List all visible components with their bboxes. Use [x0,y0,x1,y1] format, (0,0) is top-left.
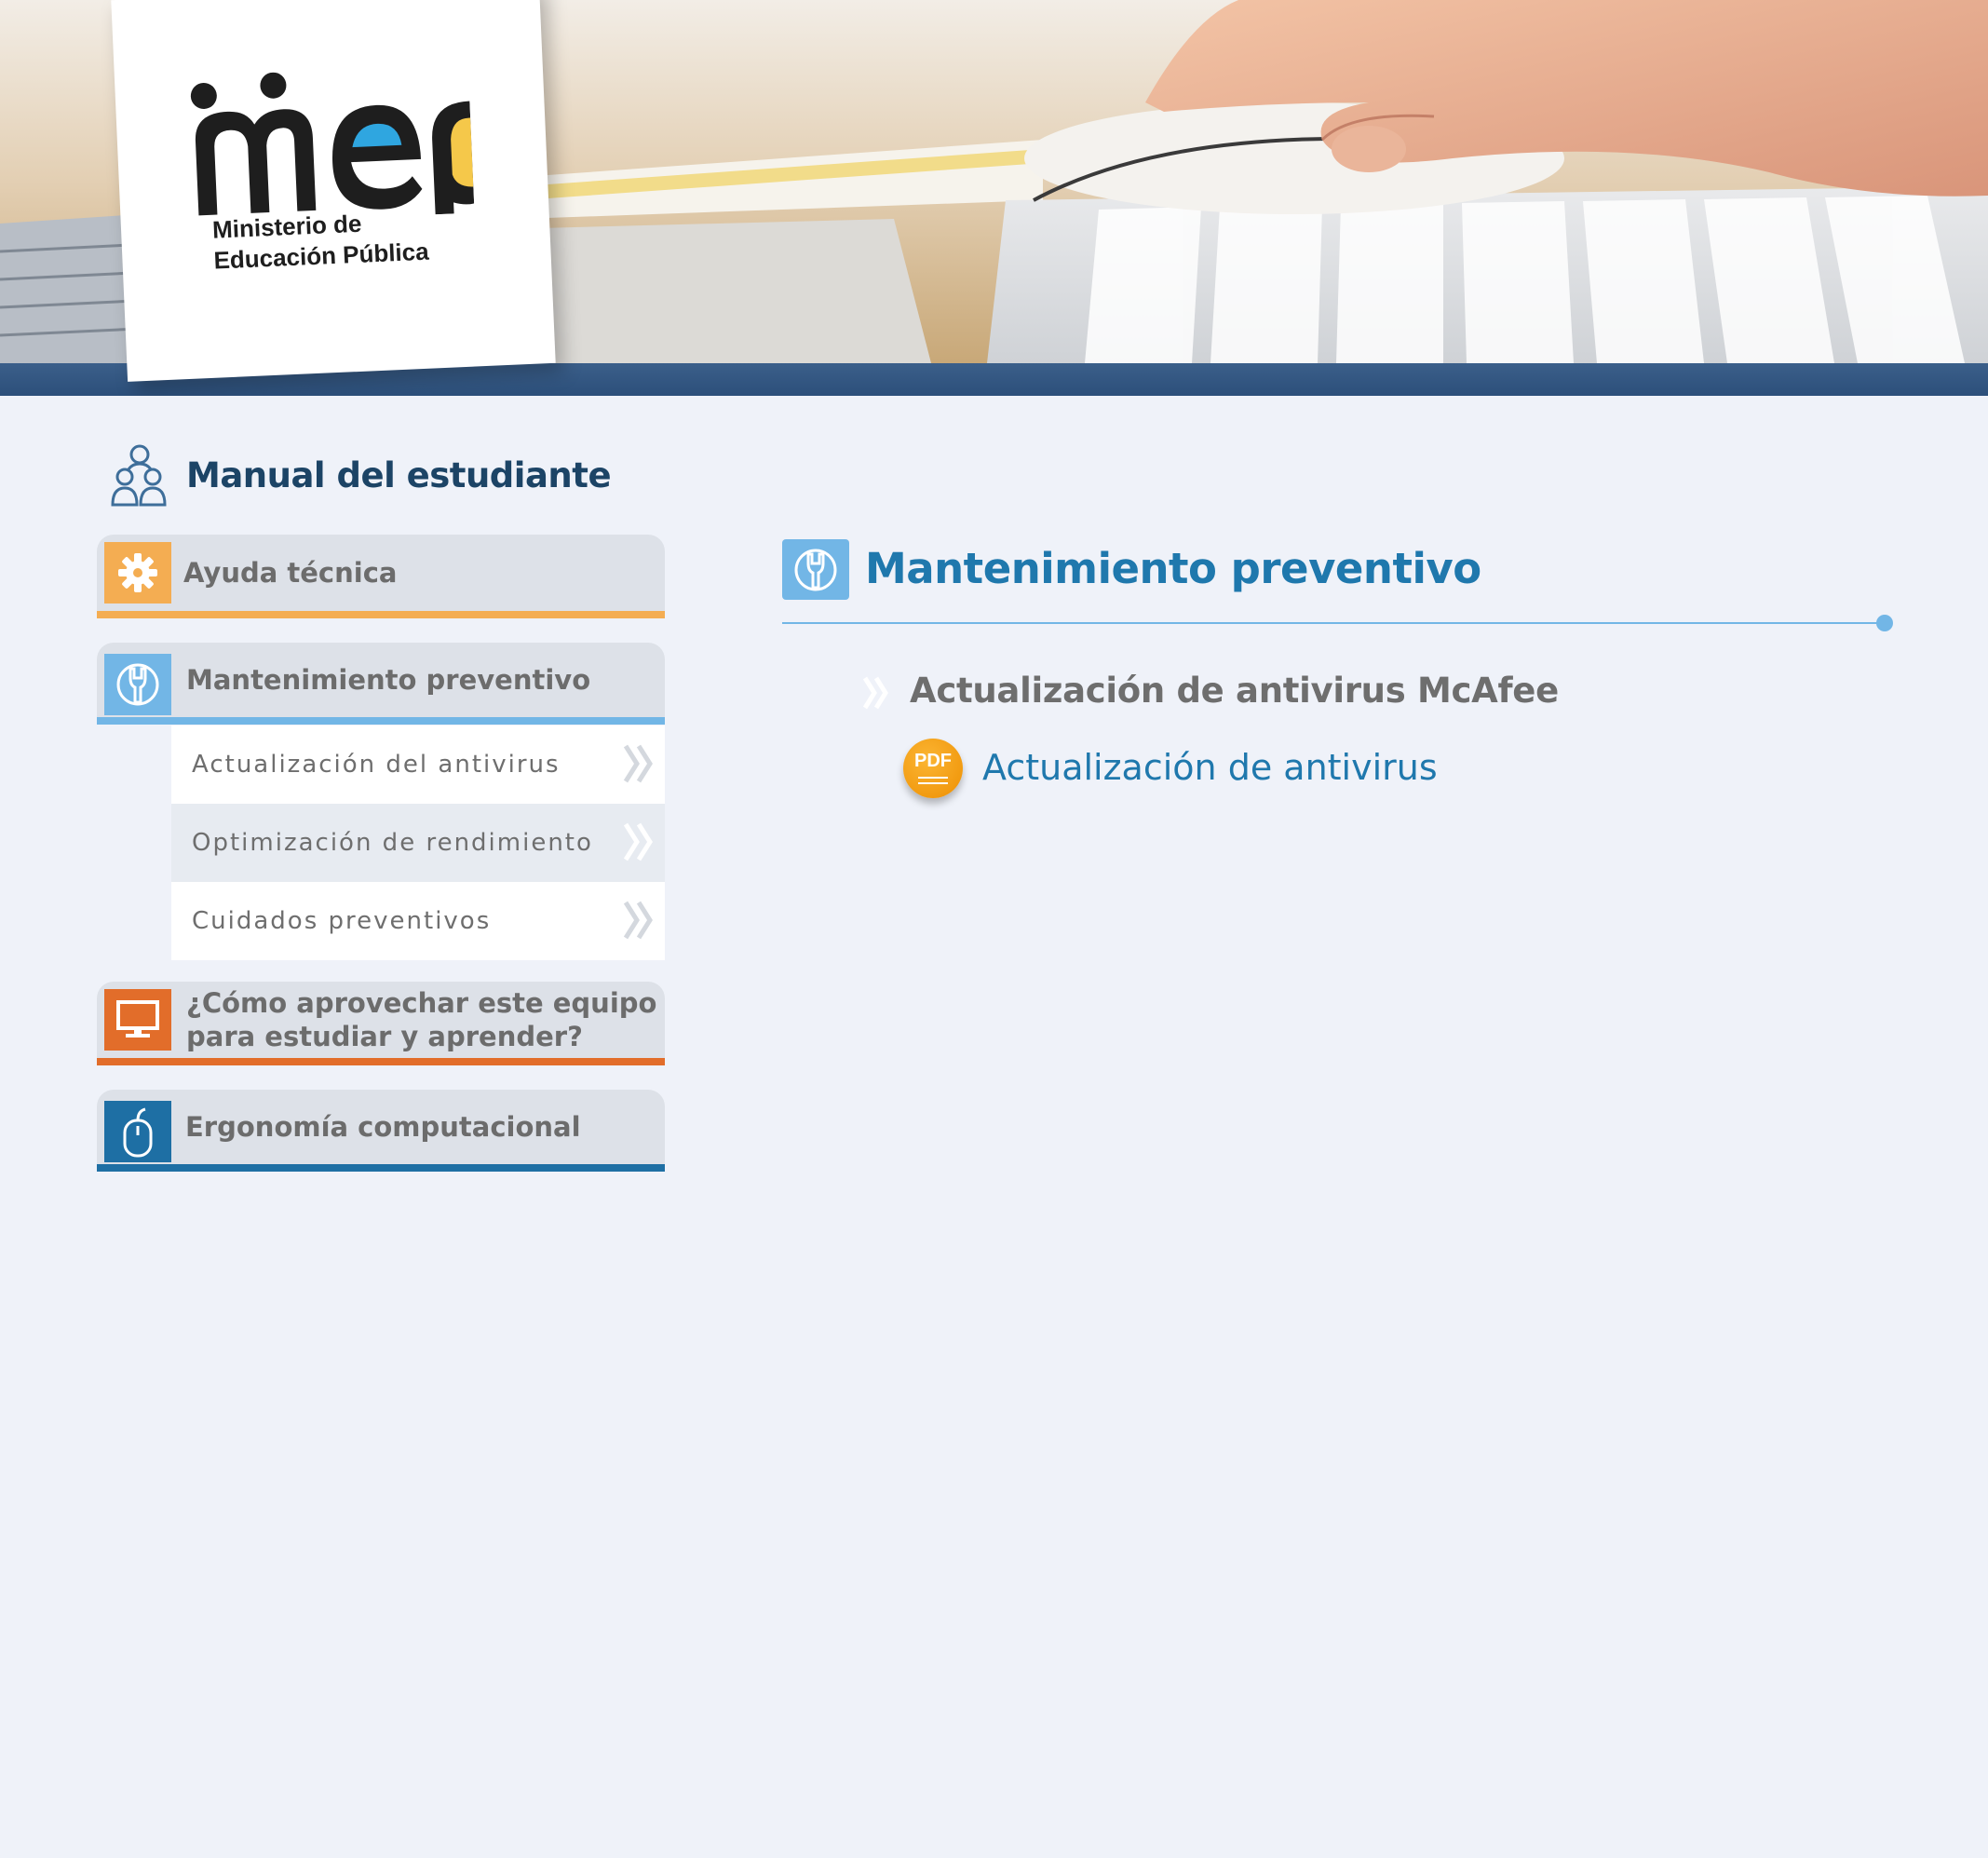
monitor-icon [104,989,171,1051]
menu-label-line1: ¿Cómo aprovechar este equipo [186,987,657,1019]
menu-label: ¿Cómo aprovechar este equipo para estudi… [186,986,656,1053]
pdf-badge-label: PDF [914,751,952,771]
topic-title: Actualización de antivirus McAfee [910,671,1559,711]
menu-label: Ayuda técnica [183,557,398,589]
menu-label: Mantenimiento preventivo [186,664,591,696]
submenu-item-actualizacion[interactable]: Actualización del antivirus [171,726,665,804]
logo-text: Ministerio de Educación Pública [211,206,429,277]
double-chevron-icon [623,901,653,940]
gear-icon [104,542,171,604]
section-title: Mantenimiento preventivo [865,544,1481,593]
submenu-label: Optimización de rendimiento [192,829,593,857]
menu-item-como-aprovechar[interactable]: ¿Cómo aprovechar este equipo para estudi… [97,982,665,1065]
logo-card: Ministerio de Educación Pública [111,0,556,382]
pdf-badge-lines [918,777,948,784]
menu-label-line2: para estudiar y aprender? [186,1021,583,1052]
students-icon [111,444,167,507]
submenu-item-cuidados[interactable]: Cuidados preventivos [171,882,665,960]
wrench-icon [104,654,171,715]
submenu: Actualización del antivirus Optimización… [171,726,665,960]
menu-item-ergonomia[interactable]: Ergonomía computacional [97,1090,665,1172]
submenu-label: Cuidados preventivos [192,907,492,935]
menu-underline [97,717,665,725]
submenu-label: Actualización del antivirus [192,751,561,779]
submenu-item-optimizacion[interactable]: Optimización de rendimiento [171,804,665,882]
menu-item-ayuda-tecnica[interactable]: Ayuda técnica [97,535,665,618]
double-chevron-icon [623,822,653,861]
menu-item-mantenimiento-preventivo[interactable]: Mantenimiento preventivo [97,643,665,725]
pdf-icon[interactable]: PDF [903,739,963,798]
mep-logo-icon [190,72,475,216]
section-divider-dot [1876,615,1893,631]
menu-underline [97,1164,665,1172]
menu-underline [97,1058,665,1065]
mouse-icon [104,1101,171,1162]
menu-underline [97,611,665,618]
pdf-download-link[interactable]: Actualización de antivirus [982,747,1438,788]
double-chevron-icon [862,676,888,710]
double-chevron-icon [623,744,653,783]
section-divider [782,622,1885,624]
header-banner: Ministerio de Educación Pública [0,0,1988,396]
manual-title-row: Manual del estudiante [110,443,612,507]
menu-label: Ergonomía computacional [185,1111,581,1143]
section-wrench-icon [782,539,849,600]
manual-title: Manual del estudiante [186,454,612,495]
